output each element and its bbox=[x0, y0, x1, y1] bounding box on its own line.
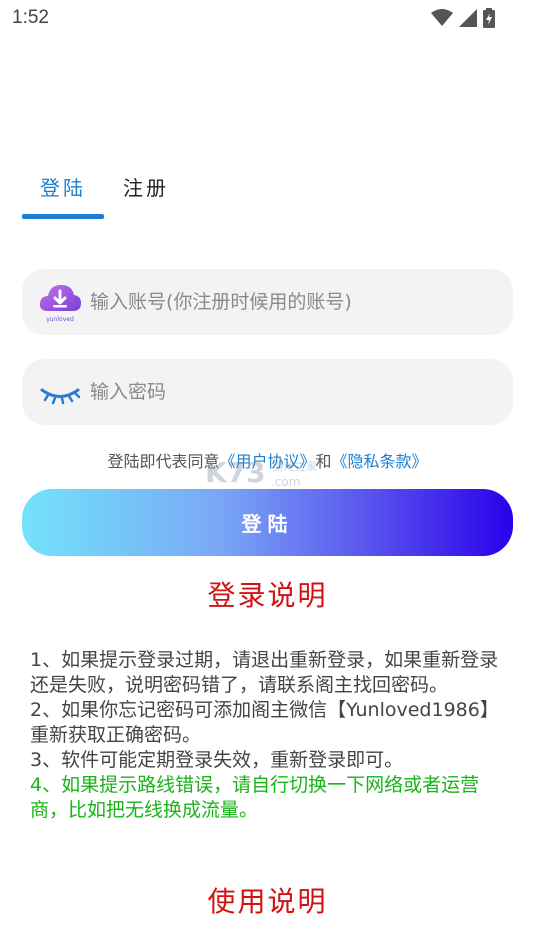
logo-caption: yunloved bbox=[46, 316, 74, 323]
closed-eye-icon bbox=[40, 388, 81, 405]
agreement-prefix: 登陆即代表同意 bbox=[107, 452, 220, 471]
usage-info-title: 使用说明 bbox=[207, 885, 328, 918]
cellular-signal-icon bbox=[459, 9, 477, 27]
cloud-download-icon: yunloved bbox=[39, 285, 81, 323]
tab-register[interactable]: 注册 bbox=[123, 172, 169, 201]
watermark-text: K73 bbox=[205, 456, 266, 489]
active-tab-indicator bbox=[22, 214, 104, 219]
login-info-title: 登录说明 bbox=[207, 579, 328, 612]
instruction-item: 3、软件可能定期登录失效，重新登录即可。 bbox=[30, 749, 404, 771]
login-instructions: 1、如果提示登录过期，请退出重新登录，如果重新登录还是失败，说明密码错了，请联系… bbox=[30, 648, 510, 823]
wifi-icon bbox=[431, 9, 453, 26]
status-bar: 1:52 bbox=[0, 0, 535, 38]
tab-login[interactable]: 登陆 bbox=[40, 172, 86, 201]
status-icons bbox=[431, 8, 495, 28]
k73-watermark: K73 游戏之家 .com bbox=[205, 456, 317, 489]
watermark-domain: .com bbox=[271, 475, 300, 489]
instruction-item: 2、如果你忘记密码可添加阁主微信【Yunloved1986】重新获取正确密码。 bbox=[30, 699, 499, 746]
login-button[interactable]: 登陆 bbox=[22, 489, 513, 556]
status-time: 1:52 bbox=[12, 7, 49, 28]
account-input[interactable] bbox=[90, 269, 500, 335]
battery-charging-icon bbox=[483, 8, 495, 28]
instruction-item: 1、如果提示登录过期，请退出重新登录，如果重新登录还是失败，说明密码错了，请联系… bbox=[30, 649, 499, 696]
watermark-sub: 游戏之家 bbox=[273, 459, 317, 473]
privacy-policy-link[interactable]: 《隐私条款》 bbox=[332, 452, 428, 471]
password-input[interactable] bbox=[90, 359, 500, 425]
instruction-item-highlight: 4、如果提示路线错误，请自行切换一下网络或者运营商，比如把无线换成流量。 bbox=[30, 774, 480, 821]
password-field[interactable] bbox=[22, 359, 513, 425]
account-field[interactable]: yunloved bbox=[22, 269, 513, 335]
login-register-tabs: 登陆 注册 bbox=[22, 170, 222, 220]
